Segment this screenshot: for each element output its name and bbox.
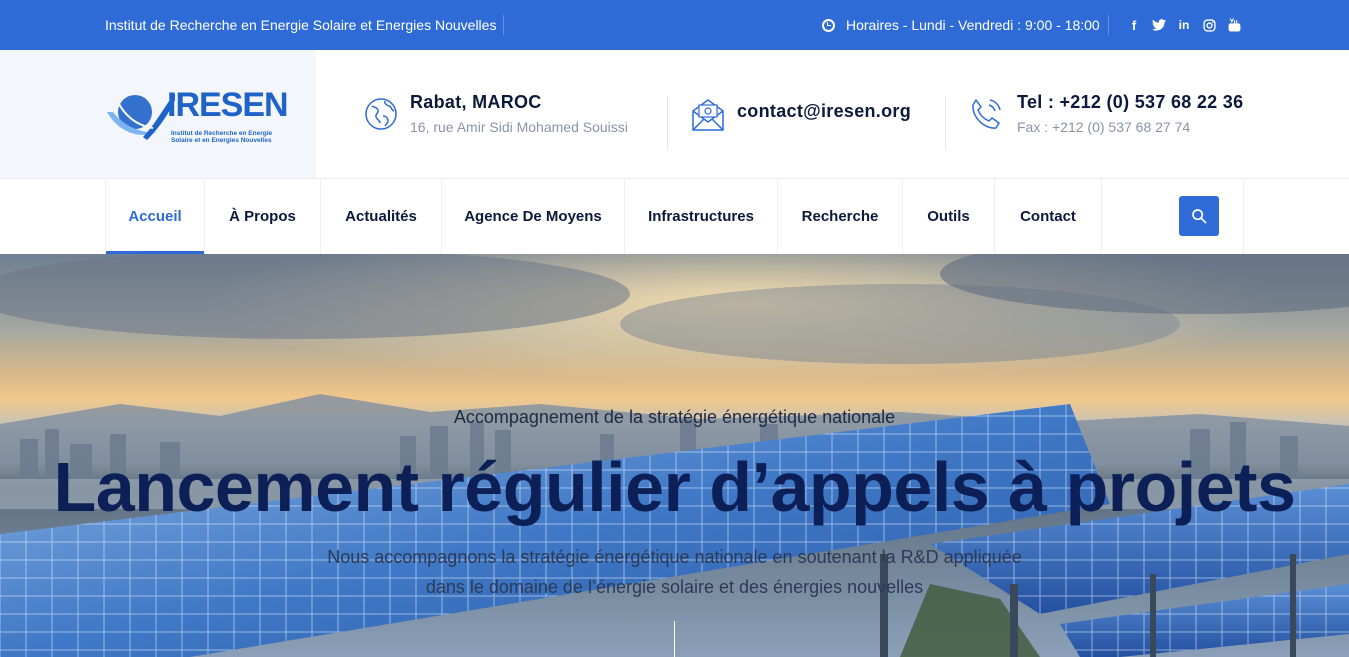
divider xyxy=(1243,179,1244,254)
social-links: f in xyxy=(1127,0,1241,50)
nav-item-infrastructures[interactable]: Infrastructures xyxy=(625,179,778,254)
phone-icon xyxy=(972,99,1001,129)
main-navigation: Accueil À Propos Actualités Agence De Mo… xyxy=(0,178,1349,254)
divider xyxy=(503,15,504,35)
hero-banner: Accompagnement de la stratégie énergétiq… xyxy=(0,254,1349,657)
phone-number[interactable]: Tel : +212 (0) 537 68 22 36 xyxy=(1017,92,1243,113)
facebook-icon[interactable]: f xyxy=(1127,18,1141,33)
nav-item-actualites[interactable]: Actualités xyxy=(321,179,442,254)
envelope-icon xyxy=(692,99,724,131)
email-info: contact@iresen.org xyxy=(690,97,911,133)
youtube-icon[interactable] xyxy=(1227,18,1241,32)
logo-wordmark: IRESEN xyxy=(167,86,289,124)
location-address: 16, rue Amir Sidi Mohamed Souissi xyxy=(410,119,628,135)
logo-tagline: Institut de Recherche en Energie xyxy=(171,130,273,137)
logo-swoosh-icon xyxy=(107,92,175,140)
divider xyxy=(945,96,946,150)
hero-description-line: Nous accompagnons la stratégie énergétiq… xyxy=(327,547,1022,567)
instagram-icon[interactable] xyxy=(1202,18,1216,32)
search-button[interactable] xyxy=(1179,196,1219,236)
divider xyxy=(1108,15,1109,35)
nav-item-contact[interactable]: Contact xyxy=(995,179,1102,254)
top-bar: Institut de Recherche en Energie Solaire… xyxy=(0,0,1349,50)
opening-hours-text: Horaires - Lundi - Vendredi : 9:00 - 18:… xyxy=(846,17,1100,33)
hero-kicker: Accompagnement de la stratégie énergétiq… xyxy=(453,407,896,427)
nav-item-outils[interactable]: Outils xyxy=(903,179,995,254)
divider xyxy=(667,96,668,150)
hero-description: Nous accompagnons la stratégie énergétiq… xyxy=(0,542,1349,602)
phone-info: Tel : +212 (0) 537 68 22 36 Fax : +212 (… xyxy=(968,92,1243,135)
institute-name: Institut de Recherche en Energie Solaire… xyxy=(105,17,497,33)
location-title: Rabat, MAROC xyxy=(410,92,542,112)
scroll-indicator xyxy=(674,621,675,657)
search-icon xyxy=(1192,209,1207,224)
nav-item-accueil[interactable]: Accueil xyxy=(105,179,205,254)
hero-headline: Lancement régulier d’appels à projets xyxy=(53,448,1296,526)
location-info: Rabat, MAROC 16, rue Amir Sidi Mohamed S… xyxy=(363,92,628,135)
twitter-icon[interactable] xyxy=(1152,18,1166,32)
opening-hours: Horaires - Lundi - Vendredi : 9:00 - 18:… xyxy=(822,0,1100,50)
iresen-logo[interactable]: IRESEN Institut de Recherche en Energie … xyxy=(105,82,289,148)
nav-item-recherche[interactable]: Recherche xyxy=(778,179,903,254)
globe-icon xyxy=(365,98,397,130)
clock-icon xyxy=(822,18,835,32)
nav-item-agence-de-moyens[interactable]: Agence De Moyens xyxy=(442,179,625,254)
nav-item-a-propos[interactable]: À Propos xyxy=(205,179,321,254)
logo-tagline: Solaire et en Energies Nouvelles xyxy=(171,137,272,144)
linkedin-icon[interactable]: in xyxy=(1177,18,1191,32)
hero-description-line: dans le domaine de l’énergie solaire et … xyxy=(425,577,924,597)
fax-number: Fax : +212 (0) 537 68 27 74 xyxy=(1017,119,1191,135)
contact-email[interactable]: contact@iresen.org xyxy=(737,101,911,122)
